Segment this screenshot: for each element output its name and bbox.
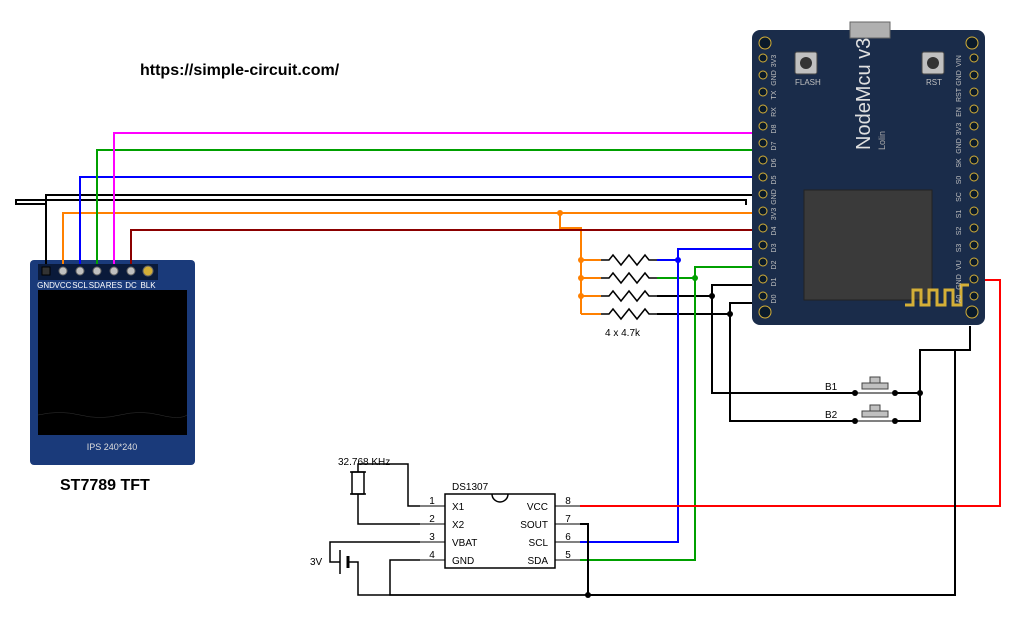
source-url: https://simple-circuit.com/ xyxy=(140,62,340,79)
svg-text:A0: A0 xyxy=(956,295,963,304)
svg-text:SK: SK xyxy=(956,158,963,168)
svg-text:EN: EN xyxy=(956,107,963,117)
svg-text:D0: D0 xyxy=(771,294,778,303)
svg-text:S1: S1 xyxy=(956,210,963,219)
svg-text:GND: GND xyxy=(37,281,55,290)
svg-text:X2: X2 xyxy=(452,520,465,531)
svg-text:2: 2 xyxy=(429,514,435,525)
svg-text:RX: RX xyxy=(771,107,778,117)
svg-text:SDA: SDA xyxy=(89,281,106,290)
svg-text:3V3: 3V3 xyxy=(771,208,778,221)
ds1307-label: DS1307 xyxy=(452,482,489,493)
svg-text:SC: SC xyxy=(956,192,963,202)
battery-label: 3V xyxy=(310,557,323,568)
nodemcu-board: FLASH RST NodeMcu v3 Lolin 3V3 GND TX RX D8 D… xyxy=(752,22,985,325)
svg-text:BLK: BLK xyxy=(140,281,156,290)
ds1307-chip: DS1307 1 X1 2 X2 3 VBAT 4 GND 8 VCC 7 SOUT 6 SC… xyxy=(420,482,580,568)
svg-text:8: 8 xyxy=(565,496,571,507)
svg-text:D6: D6 xyxy=(771,158,778,167)
svg-text:DC: DC xyxy=(125,281,137,290)
svg-text:VBAT: VBAT xyxy=(452,538,477,549)
svg-text:SDA: SDA xyxy=(527,556,548,567)
svg-text:3V3: 3V3 xyxy=(771,55,778,68)
svg-text:6: 6 xyxy=(565,532,571,543)
svg-text:X1: X1 xyxy=(452,502,465,513)
tft-title: ST7789 TFT xyxy=(60,477,150,494)
svg-text:S2: S2 xyxy=(956,227,963,236)
tft-res-label: IPS 240*240 xyxy=(87,442,138,452)
svg-text:GND: GND xyxy=(771,189,778,205)
svg-text:VCC: VCC xyxy=(55,281,72,290)
svg-text:D8: D8 xyxy=(771,124,778,133)
svg-text:D2: D2 xyxy=(771,260,778,269)
resistor-label: 4 x 4.7k xyxy=(605,328,641,339)
svg-text:FLASH: FLASH xyxy=(795,78,821,87)
svg-text:B1: B1 xyxy=(825,382,838,393)
nodemcu-sub: Lolin xyxy=(877,131,887,150)
svg-text:1: 1 xyxy=(429,496,435,507)
svg-text:RST: RST xyxy=(956,87,963,102)
svg-text:GND: GND xyxy=(956,138,963,154)
svg-text:SCL: SCL xyxy=(529,538,549,549)
svg-text:VU: VU xyxy=(956,260,963,270)
svg-text:VIN: VIN xyxy=(956,55,963,67)
resistor-bank: 4 x 4.7k xyxy=(601,255,657,339)
svg-text:GND: GND xyxy=(771,70,778,86)
svg-text:D1: D1 xyxy=(771,277,778,286)
svg-text:7: 7 xyxy=(565,514,571,525)
svg-text:SOUT: SOUT xyxy=(520,520,548,531)
nodemcu-title: NodeMcu v3 xyxy=(853,38,875,150)
svg-text:B2: B2 xyxy=(825,410,838,421)
crystal: 32.768 KHz xyxy=(338,457,420,524)
svg-text:VCC: VCC xyxy=(527,502,548,513)
svg-text:3V3: 3V3 xyxy=(956,123,963,136)
svg-text:S0: S0 xyxy=(956,176,963,185)
svg-text:4: 4 xyxy=(429,550,435,561)
tft-display: IPS 240*240 GND VCC SCL SDA RES DC BLK xyxy=(30,260,195,465)
svg-text:RES: RES xyxy=(106,281,122,290)
svg-text:D5: D5 xyxy=(771,175,778,184)
svg-text:D4: D4 xyxy=(771,226,778,235)
crystal-label: 32.768 KHz xyxy=(338,457,390,468)
svg-text:GND: GND xyxy=(956,274,963,290)
svg-text:SCL: SCL xyxy=(72,281,88,290)
svg-text:3: 3 xyxy=(429,532,435,543)
svg-text:D7: D7 xyxy=(771,141,778,150)
svg-text:TX: TX xyxy=(771,90,778,99)
svg-text:5: 5 xyxy=(565,550,571,561)
svg-text:RST: RST xyxy=(926,78,942,87)
svg-text:GND: GND xyxy=(956,70,963,86)
svg-text:GND: GND xyxy=(452,556,474,567)
svg-text:S3: S3 xyxy=(956,244,963,253)
svg-text:D3: D3 xyxy=(771,243,778,252)
